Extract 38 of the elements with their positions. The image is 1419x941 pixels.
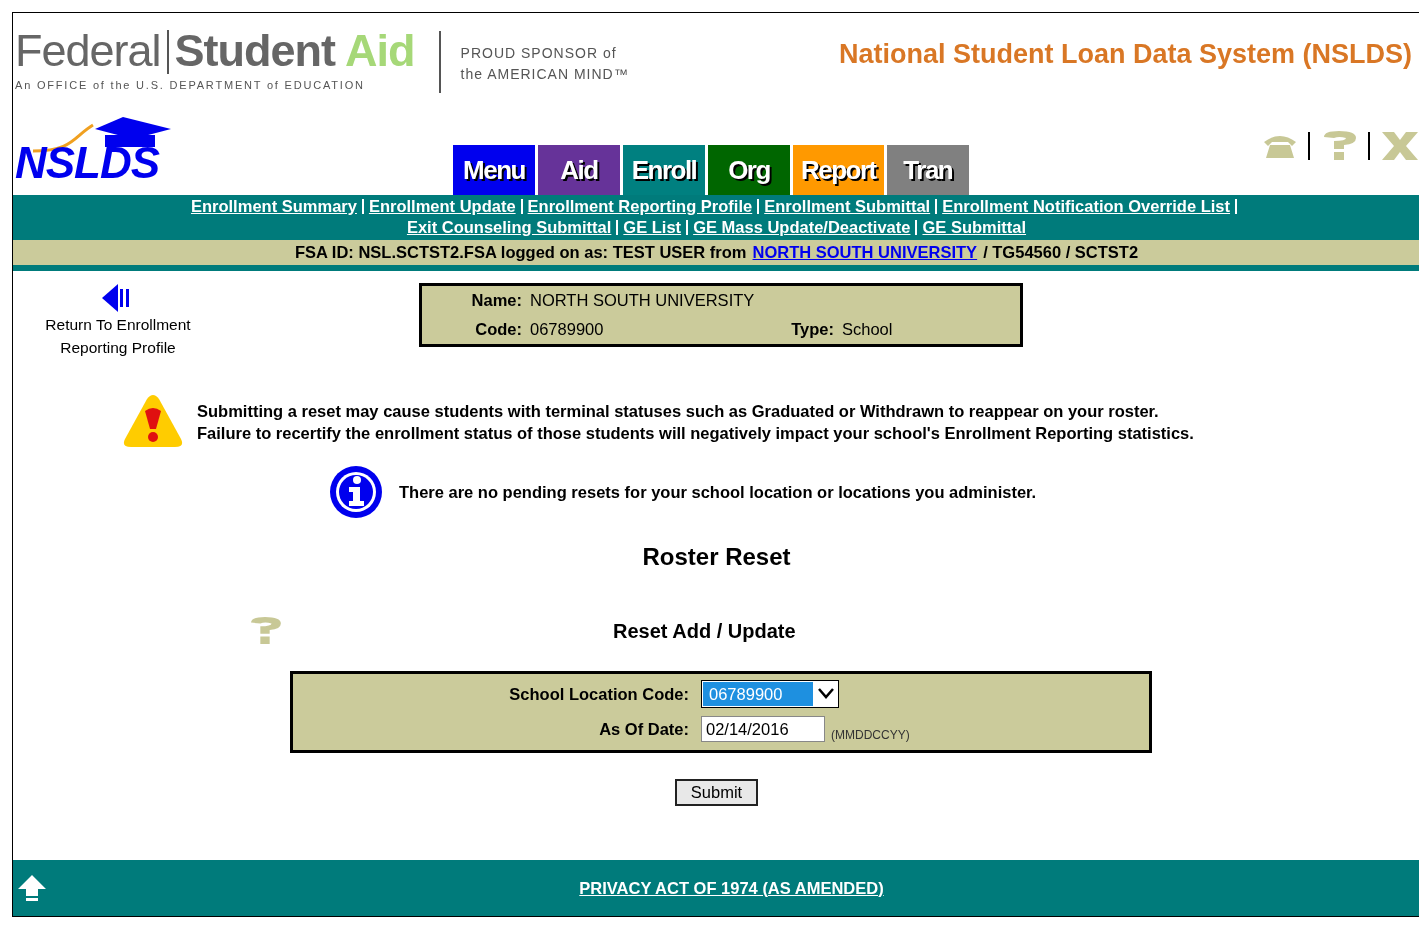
nav-tab[interactable]: Org xyxy=(708,145,790,195)
privacy-act-link[interactable]: PRIVACY ACT OF 1974 (AS AMENDED) xyxy=(579,878,884,898)
section-title: Reset Add / Update xyxy=(613,619,796,643)
top-arrow-icon[interactable] xyxy=(17,874,47,902)
info-message: There are no pending resets for your school location or locations you administer. xyxy=(399,482,1037,502)
sub-nav-link[interactable]: Enrollment Update xyxy=(368,197,516,215)
sponsor-text: PROUD SPONSOR of the AMERICAN MIND™ xyxy=(460,44,629,84)
login-ids: / TG54560 / SCTST2 xyxy=(983,243,1139,262)
sub-nav-link[interactable]: GE Submittal xyxy=(922,218,1027,236)
date-format-hint: (MMDDCCYY) xyxy=(831,728,910,742)
field-label: School Location Code: xyxy=(508,684,690,704)
sub-nav-link[interactable]: GE Mass Update/Deactivate xyxy=(693,218,911,236)
info-icon xyxy=(329,465,383,519)
nav-tab[interactable]: Menu xyxy=(453,145,535,195)
nslds-logo: NSLDS xyxy=(13,115,203,195)
system-title: National Student Loan Data System (NSLDS) xyxy=(838,39,1412,70)
school-link[interactable]: NORTH SOUTH UNIVERSITY xyxy=(752,243,978,262)
sub-nav-link[interactable]: GE List xyxy=(623,218,682,236)
login-info: FSA ID: NSL.SCTST2.FSA logged on as: TEST USER from xyxy=(294,243,747,262)
field-label: As Of Date: xyxy=(598,719,690,739)
submit-button[interactable]: Submit xyxy=(674,779,759,806)
sub-nav-link[interactable]: Enrollment Submittal xyxy=(764,197,931,215)
date-field[interactable]: 02/14/2016 xyxy=(701,716,825,742)
warning-icon xyxy=(123,395,183,449)
close-icon[interactable] xyxy=(1380,132,1419,160)
page-title: Roster Reset xyxy=(641,543,792,571)
nav-tab[interactable]: Enroll xyxy=(623,145,705,195)
sub-nav-link[interactable]: Enrollment Reporting Profile xyxy=(527,197,753,215)
school-info-panel: Name: NORTH SOUTH UNIVERSITY Code: 06789900 Type: School xyxy=(419,283,1023,347)
nav-tab[interactable]: Aid xyxy=(538,145,620,195)
sub-nav-link[interactable]: Enrollment Notification Override List xyxy=(942,197,1231,215)
warning-message: Submitting a reset may cause students with terminal statuses such as Graduated or Withdrawn to reappear on your roster. Failure to recertify the enrollment status of those students will negatively impact your school's Enrollment Reporting statistics. xyxy=(197,401,1194,444)
return-link[interactable]: Return To Enrollment Reporting Profile xyxy=(13,283,223,359)
location-select[interactable]: 06789900 xyxy=(701,680,839,708)
federal-student-aid-logo: Federal Student Aid An OFFICE of the U.S. DEPARTMENT of EDUCATION xyxy=(14,24,415,91)
sub-nav-link[interactable]: Exit Counseling Submittal xyxy=(406,218,612,236)
sub-nav-link[interactable]: Enrollment Summary xyxy=(190,197,357,215)
nav-tab[interactable]: Tran xyxy=(886,145,969,195)
